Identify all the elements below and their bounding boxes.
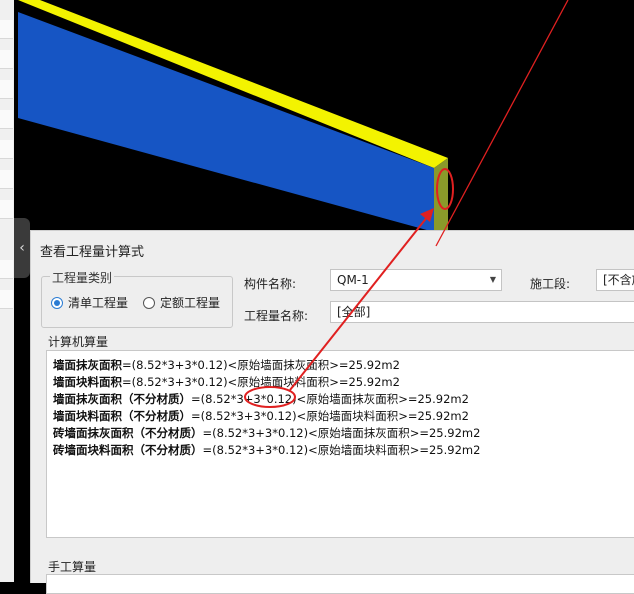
calc-line: 墙面抹灰面积=(8.52*3+3*0.12)<原始墙面抹灰面积>=25.92m2 <box>53 358 400 372</box>
left-panel-cell[interactable] <box>0 200 13 219</box>
construction-stage-label: 施工段: <box>530 277 571 291</box>
construction-stage-value: [不含施 <box>603 273 634 287</box>
wall-3d-model <box>18 0 448 240</box>
wall-side-face <box>434 158 448 240</box>
panel-collapse-toggle[interactable]: ‹ <box>14 218 30 278</box>
radio-bill-quantity-label: 清单工程量 <box>68 296 129 310</box>
computer-calc-label: 计算机算量 <box>48 335 109 349</box>
manual-calc-label: 手工算量 <box>48 560 97 574</box>
quantity-type-label: 工程量类别 <box>50 269 115 286</box>
quantity-name-value: [全部] <box>337 305 371 319</box>
calc-line: 砖墙面块料面积（不分材质）=(8.52*3+3*0.12)<原始墙面块料面积>=… <box>53 443 481 457</box>
dialog-title: 查看工程量计算式 <box>40 245 145 260</box>
left-panel-cell[interactable] <box>0 140 13 159</box>
left-panel-cell[interactable] <box>0 110 13 129</box>
left-panel-cell[interactable] <box>0 290 13 309</box>
quantity-formula-dialog: 查看工程量计算式 工程量类别 清单工程量 定额工程量 构件名称: QM-1 ▼ … <box>30 230 634 594</box>
left-panel-strip <box>0 0 14 582</box>
left-panel-cell[interactable] <box>0 20 13 39</box>
component-name-select[interactable]: QM-1 ▼ <box>330 269 502 291</box>
radio-selected-icon <box>51 296 63 309</box>
computer-calc-textbox[interactable]: 墙面抹灰面积=(8.52*3+3*0.12)<原始墙面抹灰面积>=25.92m2… <box>46 350 634 538</box>
3d-viewport[interactable] <box>14 0 634 240</box>
left-panel-cell[interactable] <box>0 50 13 69</box>
radio-quota-quantity[interactable]: 定额工程量 <box>143 294 220 311</box>
left-panel-cell[interactable] <box>0 80 13 99</box>
left-panel-cell[interactable] <box>0 260 13 279</box>
construction-stage-select[interactable]: [不含施 <box>596 269 634 291</box>
component-name-label: 构件名称: <box>244 277 297 291</box>
calc-line: 砖墙面抹灰面积（不分材质）=(8.52*3+3*0.12)<原始墙面抹灰面积>=… <box>53 426 481 440</box>
calc-line: 墙面抹灰面积（不分材质）=(8.52*3+3*0.12)<原始墙面抹灰面积>=2… <box>53 392 469 406</box>
component-name-value: QM-1 <box>337 273 369 287</box>
calc-line: 墙面块料面积（不分材质）=(8.52*3+3*0.12)<原始墙面块料面积>=2… <box>53 409 469 423</box>
radio-quota-quantity-label: 定额工程量 <box>160 296 221 310</box>
calc-line: 墙面块料面积=(8.52*3+3*0.12)<原始墙面块料面积>=25.92m2 <box>53 375 400 389</box>
quantity-name-select[interactable]: [全部] <box>330 301 634 323</box>
quantity-type-group: 工程量类别 清单工程量 定额工程量 <box>41 269 233 328</box>
radio-unselected-icon <box>143 296 155 309</box>
manual-calc-textbox[interactable] <box>46 574 634 594</box>
wall-front-face <box>18 12 434 232</box>
left-panel-cell[interactable] <box>0 170 13 189</box>
quantity-name-label: 工程量名称: <box>244 309 309 323</box>
radio-bill-quantity[interactable]: 清单工程量 <box>51 294 128 311</box>
chevron-down-icon: ▼ <box>489 275 496 284</box>
